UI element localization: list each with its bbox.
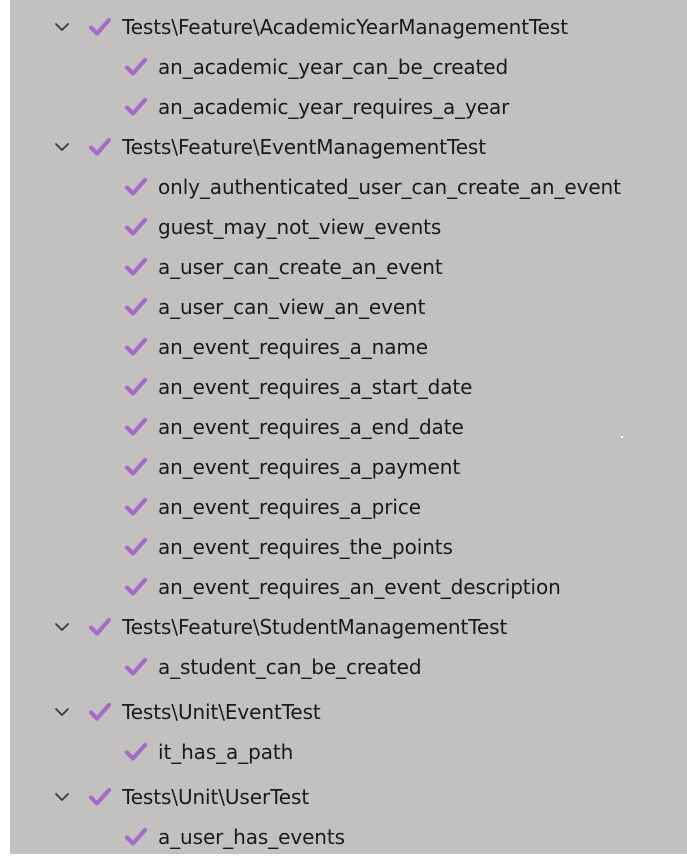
- checkmark-icon: [124, 742, 148, 761]
- chevron-down-icon[interactable]: [52, 702, 72, 722]
- test-case-row[interactable]: a_student_can_be_created: [10, 647, 687, 687]
- checkmark-icon: [124, 377, 148, 396]
- chevron-down-icon[interactable]: [52, 617, 72, 637]
- test-case-label: it_has_a_path: [158, 740, 294, 764]
- test-suite-row[interactable]: Tests\Unit\UserTest: [10, 777, 687, 817]
- test-case-label: guest_may_not_view_events: [158, 215, 442, 239]
- checkmark-icon: [124, 57, 148, 76]
- test-suite-label: Tests\Feature\EventManagementTest: [122, 135, 486, 159]
- test-case-row[interactable]: an_event_requires_a_name: [10, 327, 687, 367]
- checkmark-icon: [124, 827, 148, 846]
- test-results-tree: Tests\Feature\AcademicYearManagementTest…: [10, 7, 687, 857]
- checkmark-icon: [124, 177, 148, 196]
- test-case-row[interactable]: an_academic_year_can_be_created: [10, 47, 687, 87]
- checkmark-icon: [124, 497, 148, 516]
- chevron-down-icon[interactable]: [52, 17, 72, 37]
- checkmark-icon: [124, 457, 148, 476]
- checkmark-icon: [88, 17, 112, 36]
- test-case-row[interactable]: a_user_can_view_an_event: [10, 287, 687, 327]
- test-case-label: an_event_requires_a_end_date: [158, 415, 464, 439]
- test-suite-row[interactable]: Tests\Feature\StudentManagementTest: [10, 607, 687, 647]
- test-case-row[interactable]: only_authenticated_user_can_create_an_ev…: [10, 167, 687, 207]
- cursor-dot: [621, 436, 623, 438]
- test-case-row[interactable]: an_academic_year_requires_a_year: [10, 87, 687, 127]
- test-suite-row[interactable]: Tests\Feature\AcademicYearManagementTest: [10, 7, 687, 47]
- test-case-label: a_user_can_view_an_event: [158, 295, 426, 319]
- test-case-label: an_event_requires_an_event_description: [158, 575, 561, 599]
- checkmark-icon: [124, 417, 148, 436]
- test-case-row[interactable]: an_event_requires_the_points: [10, 527, 687, 567]
- checkmark-icon: [88, 137, 112, 156]
- checkmark-icon: [124, 337, 148, 356]
- test-case-row[interactable]: an_event_requires_a_payment: [10, 447, 687, 487]
- test-case-label: an_event_requires_a_price: [158, 495, 421, 519]
- test-case-label: an_event_requires_the_points: [158, 535, 453, 559]
- test-results-panel: Tests\Feature\AcademicYearManagementTest…: [10, 0, 687, 854]
- checkmark-icon: [124, 297, 148, 316]
- test-suite-label: Tests\Feature\AcademicYearManagementTest: [122, 15, 568, 39]
- test-case-label: only_authenticated_user_can_create_an_ev…: [158, 175, 621, 199]
- checkmark-icon: [124, 577, 148, 596]
- test-case-row[interactable]: an_event_requires_a_end_date: [10, 407, 687, 447]
- test-case-row[interactable]: guest_may_not_view_events: [10, 207, 687, 247]
- checkmark-icon: [124, 537, 148, 556]
- test-case-row[interactable]: an_event_requires_a_start_date: [10, 367, 687, 407]
- test-suite-row[interactable]: Tests\Unit\EventTest: [10, 692, 687, 732]
- test-case-label: a_student_can_be_created: [158, 655, 422, 679]
- test-case-label: an_event_requires_a_start_date: [158, 375, 473, 399]
- test-case-label: an_academic_year_can_be_created: [158, 55, 509, 79]
- checkmark-icon: [88, 787, 112, 806]
- test-suite-row[interactable]: Tests\Feature\EventManagementTest: [10, 127, 687, 167]
- checkmark-icon: [124, 657, 148, 676]
- test-suite-label: Tests\Unit\EventTest: [122, 700, 321, 724]
- checkmark-icon: [88, 617, 112, 636]
- test-case-row[interactable]: a_user_can_create_an_event: [10, 247, 687, 287]
- checkmark-icon: [124, 97, 148, 116]
- test-case-label: an_event_requires_a_name: [158, 335, 428, 359]
- test-suite-label: Tests\Feature\StudentManagementTest: [122, 615, 508, 639]
- checkmark-icon: [124, 217, 148, 236]
- test-case-label: a_user_has_events: [158, 825, 345, 849]
- chevron-down-icon[interactable]: [52, 787, 72, 807]
- test-case-row[interactable]: it_has_a_path: [10, 732, 687, 772]
- test-case-row[interactable]: an_event_requires_an_event_description: [10, 567, 687, 607]
- test-case-label: an_event_requires_a_payment: [158, 455, 461, 479]
- chevron-down-icon[interactable]: [52, 137, 72, 157]
- test-case-row[interactable]: an_event_requires_a_price: [10, 487, 687, 527]
- test-suite-label: Tests\Unit\UserTest: [122, 785, 310, 809]
- test-case-label: a_user_can_create_an_event: [158, 255, 443, 279]
- test-case-label: an_academic_year_requires_a_year: [158, 95, 510, 119]
- test-case-row[interactable]: a_user_has_events: [10, 817, 687, 857]
- checkmark-icon: [88, 702, 112, 721]
- checkmark-icon: [124, 257, 148, 276]
